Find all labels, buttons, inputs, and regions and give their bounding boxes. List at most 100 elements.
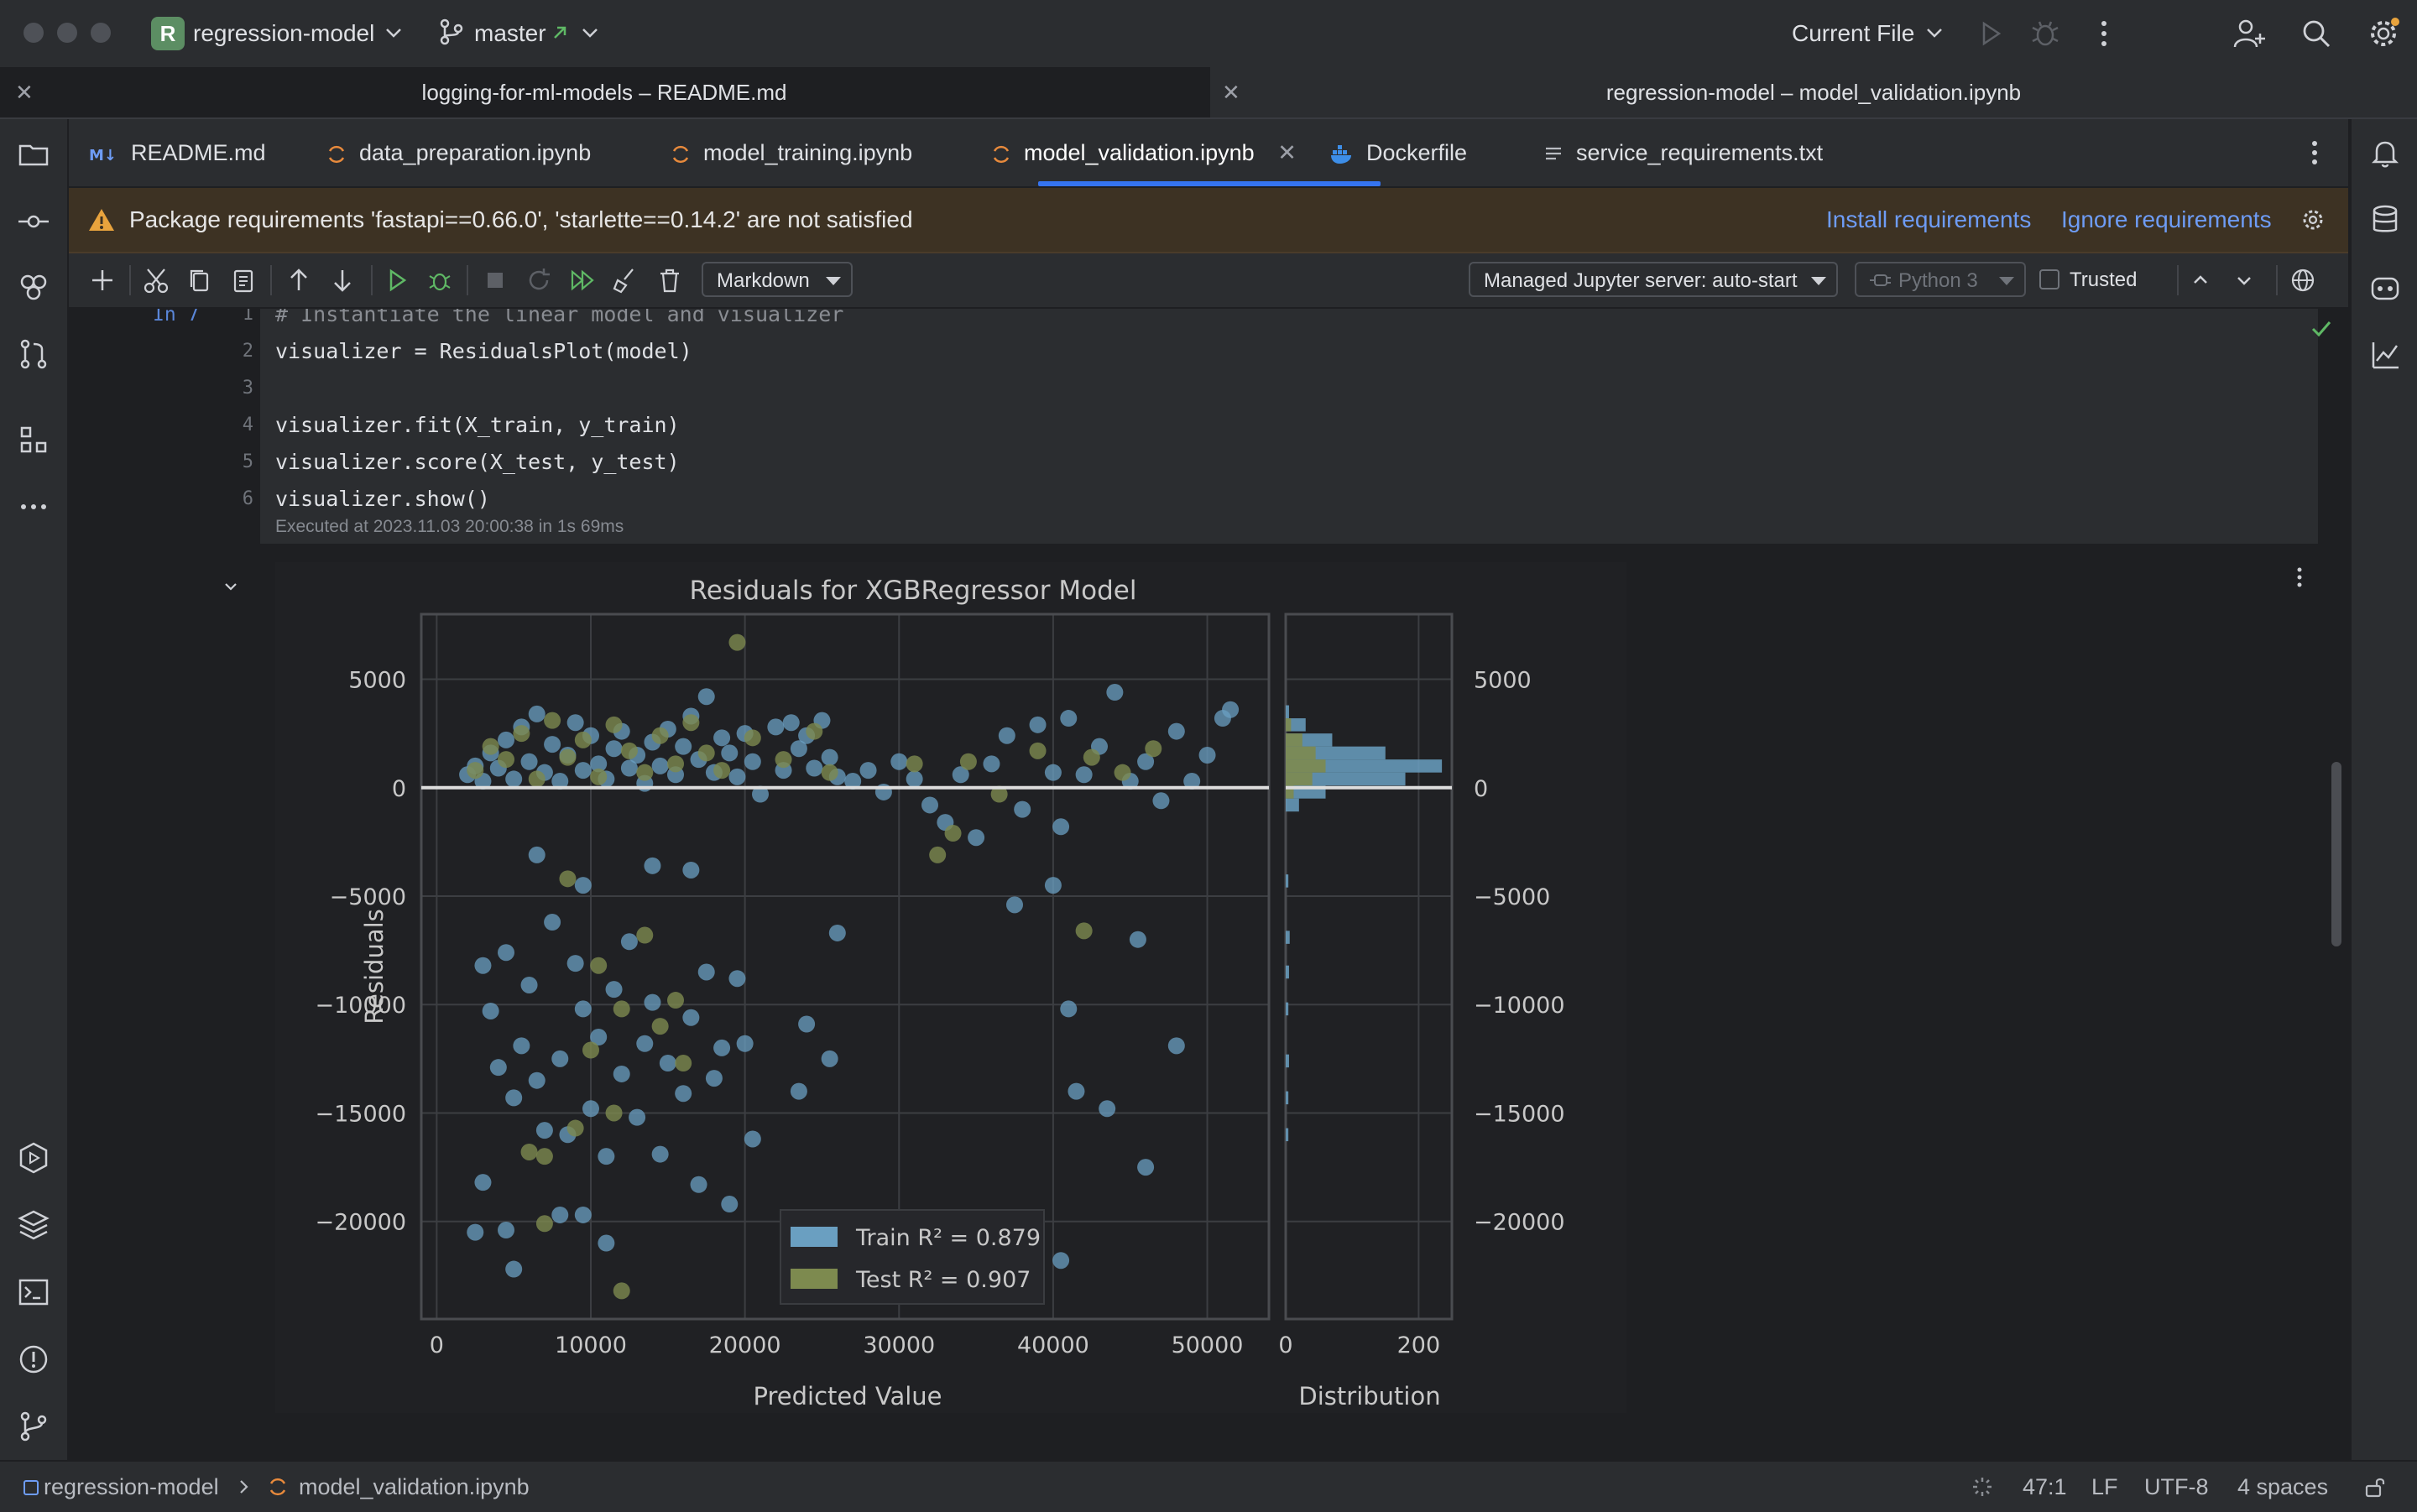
- terminal-icon[interactable]: [15, 1274, 52, 1311]
- file-encoding[interactable]: UTF-8: [2144, 1462, 2209, 1512]
- chevron-down-icon[interactable]: [381, 20, 406, 45]
- project-badge[interactable]: R: [151, 17, 185, 50]
- project-tab-logging[interactable]: ✕ logging-for-ml-models – README.md: [0, 67, 1208, 117]
- cell-type-select[interactable]: Markdown: [702, 262, 853, 297]
- train-point: [736, 1035, 754, 1052]
- jupyter-variables-icon[interactable]: [15, 269, 52, 305]
- stop-icon[interactable]: [480, 265, 510, 295]
- ai-assistant-icon[interactable]: [2367, 269, 2404, 305]
- settings-gear-icon[interactable]: [2365, 15, 2402, 52]
- code-line[interactable]: visualizer.fit(X_train, y_train): [275, 413, 680, 437]
- banner-settings-gear-icon[interactable]: [2300, 206, 2326, 233]
- jupyter-server-select[interactable]: Managed Jupyter server: auto-start: [1469, 262, 1838, 297]
- delete-cell-icon[interactable]: [655, 265, 685, 295]
- train-point: [1222, 701, 1240, 718]
- commit-icon[interactable]: [15, 203, 52, 240]
- structure-icon[interactable]: [15, 421, 52, 458]
- close-icon[interactable]: ✕: [1222, 67, 1240, 117]
- close-window-button[interactable]: [23, 23, 44, 43]
- tab-service-requirements[interactable]: service_requirements.txt: [1543, 119, 1823, 186]
- indent-setting[interactable]: 4 spaces: [2237, 1462, 2328, 1512]
- train-point: [968, 829, 985, 847]
- scrollbar-thumb[interactable]: [2331, 762, 2341, 946]
- notifications-bell-icon[interactable]: [2367, 134, 2404, 171]
- chevron-down-icon[interactable]: [577, 20, 603, 45]
- branch-selector[interactable]: master: [474, 17, 546, 50]
- move-up-icon[interactable]: [284, 265, 314, 295]
- cursor-position[interactable]: 47:1: [2023, 1462, 2067, 1512]
- tab-model-training[interactable]: model_training.ipynb: [670, 119, 912, 186]
- collapse-output-icon[interactable]: [220, 576, 242, 597]
- next-cell-icon[interactable]: [2229, 265, 2259, 295]
- database-icon[interactable]: [2367, 201, 2404, 238]
- train-point: [566, 714, 584, 732]
- close-icon[interactable]: ✕: [15, 67, 34, 117]
- trusted-checkbox[interactable]: [2039, 269, 2059, 289]
- tab-model-validation[interactable]: model_validation.ipynb ✕: [990, 119, 1297, 186]
- tab-label: model_validation.ipynb: [1024, 140, 1255, 165]
- train-point: [574, 762, 592, 779]
- debug-cell-icon[interactable]: [425, 265, 455, 295]
- histogram-train-bar: [1286, 965, 1289, 979]
- tabs-more-icon[interactable]: [2298, 136, 2331, 169]
- x-tick-label: 30000: [863, 1332, 935, 1358]
- sciview-chart-icon[interactable]: [2367, 336, 2404, 373]
- kernel-select[interactable]: Python 3: [1855, 262, 2026, 297]
- code-line[interactable]: visualizer.show(): [275, 487, 490, 511]
- pull-requests-icon[interactable]: [15, 336, 52, 373]
- minimize-window-button[interactable]: [57, 23, 77, 43]
- install-requirements-link[interactable]: Install requirements: [1826, 188, 2031, 252]
- services-run-icon[interactable]: [15, 1139, 52, 1176]
- train-point: [1052, 1252, 1070, 1270]
- project-selector[interactable]: regression-model: [193, 17, 374, 50]
- line-separator[interactable]: LF: [2091, 1462, 2118, 1512]
- tab-label: README.md: [131, 140, 266, 165]
- ignore-requirements-link[interactable]: Ignore requirements: [2061, 188, 2272, 252]
- tab-data-preparation[interactable]: data_preparation.ipynb: [326, 119, 591, 186]
- run-config-selector[interactable]: Current File: [1792, 17, 1914, 50]
- clear-outputs-icon[interactable]: [611, 265, 641, 295]
- layers-icon[interactable]: [15, 1207, 52, 1243]
- train-point: [551, 1206, 569, 1223]
- code-line[interactable]: # Instantiate the linear model and visua…: [275, 309, 843, 326]
- copy-icon[interactable]: [185, 265, 215, 295]
- output-more-icon[interactable]: [2284, 562, 2315, 592]
- add-cell-icon[interactable]: [87, 265, 117, 295]
- project-tab-regression[interactable]: ✕ regression-model – model_validation.ip…: [1210, 67, 2417, 117]
- test-point: [728, 633, 746, 651]
- tab-readme[interactable]: M↓ README.md: [89, 119, 266, 186]
- warning-icon: [89, 209, 114, 231]
- paste-icon[interactable]: [228, 265, 258, 295]
- code-line[interactable]: visualizer.score(X_test, y_test): [275, 450, 680, 474]
- more-vertical-icon[interactable]: [2086, 15, 2122, 52]
- run-icon[interactable]: [1972, 15, 2009, 52]
- test-point: [535, 1148, 553, 1165]
- cut-icon[interactable]: [141, 265, 171, 295]
- breadcrumb-project[interactable]: regression-model: [44, 1462, 219, 1512]
- lock-open-icon[interactable]: [2363, 1475, 2387, 1499]
- x-tick-label: 20000: [709, 1332, 781, 1358]
- add-user-icon[interactable]: [2231, 15, 2268, 52]
- chevron-down-icon[interactable]: [1922, 20, 1947, 45]
- histogram-y-tick-label: −20000: [1474, 1210, 1565, 1236]
- project-folder-icon[interactable]: [15, 136, 52, 173]
- run-all-icon[interactable]: [567, 265, 598, 295]
- globe-icon[interactable]: [2288, 265, 2318, 295]
- breadcrumb-file[interactable]: model_validation.ipynb: [299, 1462, 530, 1512]
- code-line[interactable]: visualizer = ResidualsPlot(model): [275, 339, 692, 363]
- train-point: [1075, 766, 1093, 784]
- move-down-icon[interactable]: [327, 265, 358, 295]
- run-cell-icon[interactable]: [383, 265, 413, 295]
- git-icon[interactable]: [15, 1408, 52, 1445]
- close-tab-icon[interactable]: ✕: [1277, 140, 1297, 165]
- search-icon[interactable]: [2298, 15, 2335, 52]
- previous-cell-icon[interactable]: [2185, 265, 2216, 295]
- more-horizontal-icon[interactable]: [15, 488, 52, 525]
- train-point: [1052, 818, 1070, 836]
- debug-icon[interactable]: [2027, 15, 2064, 52]
- train-point: [790, 1082, 807, 1100]
- restart-kernel-icon[interactable]: [524, 265, 554, 295]
- tab-dockerfile[interactable]: Dockerfile: [1329, 119, 1467, 186]
- zoom-window-button[interactable]: [91, 23, 111, 43]
- problems-icon[interactable]: [15, 1341, 52, 1378]
